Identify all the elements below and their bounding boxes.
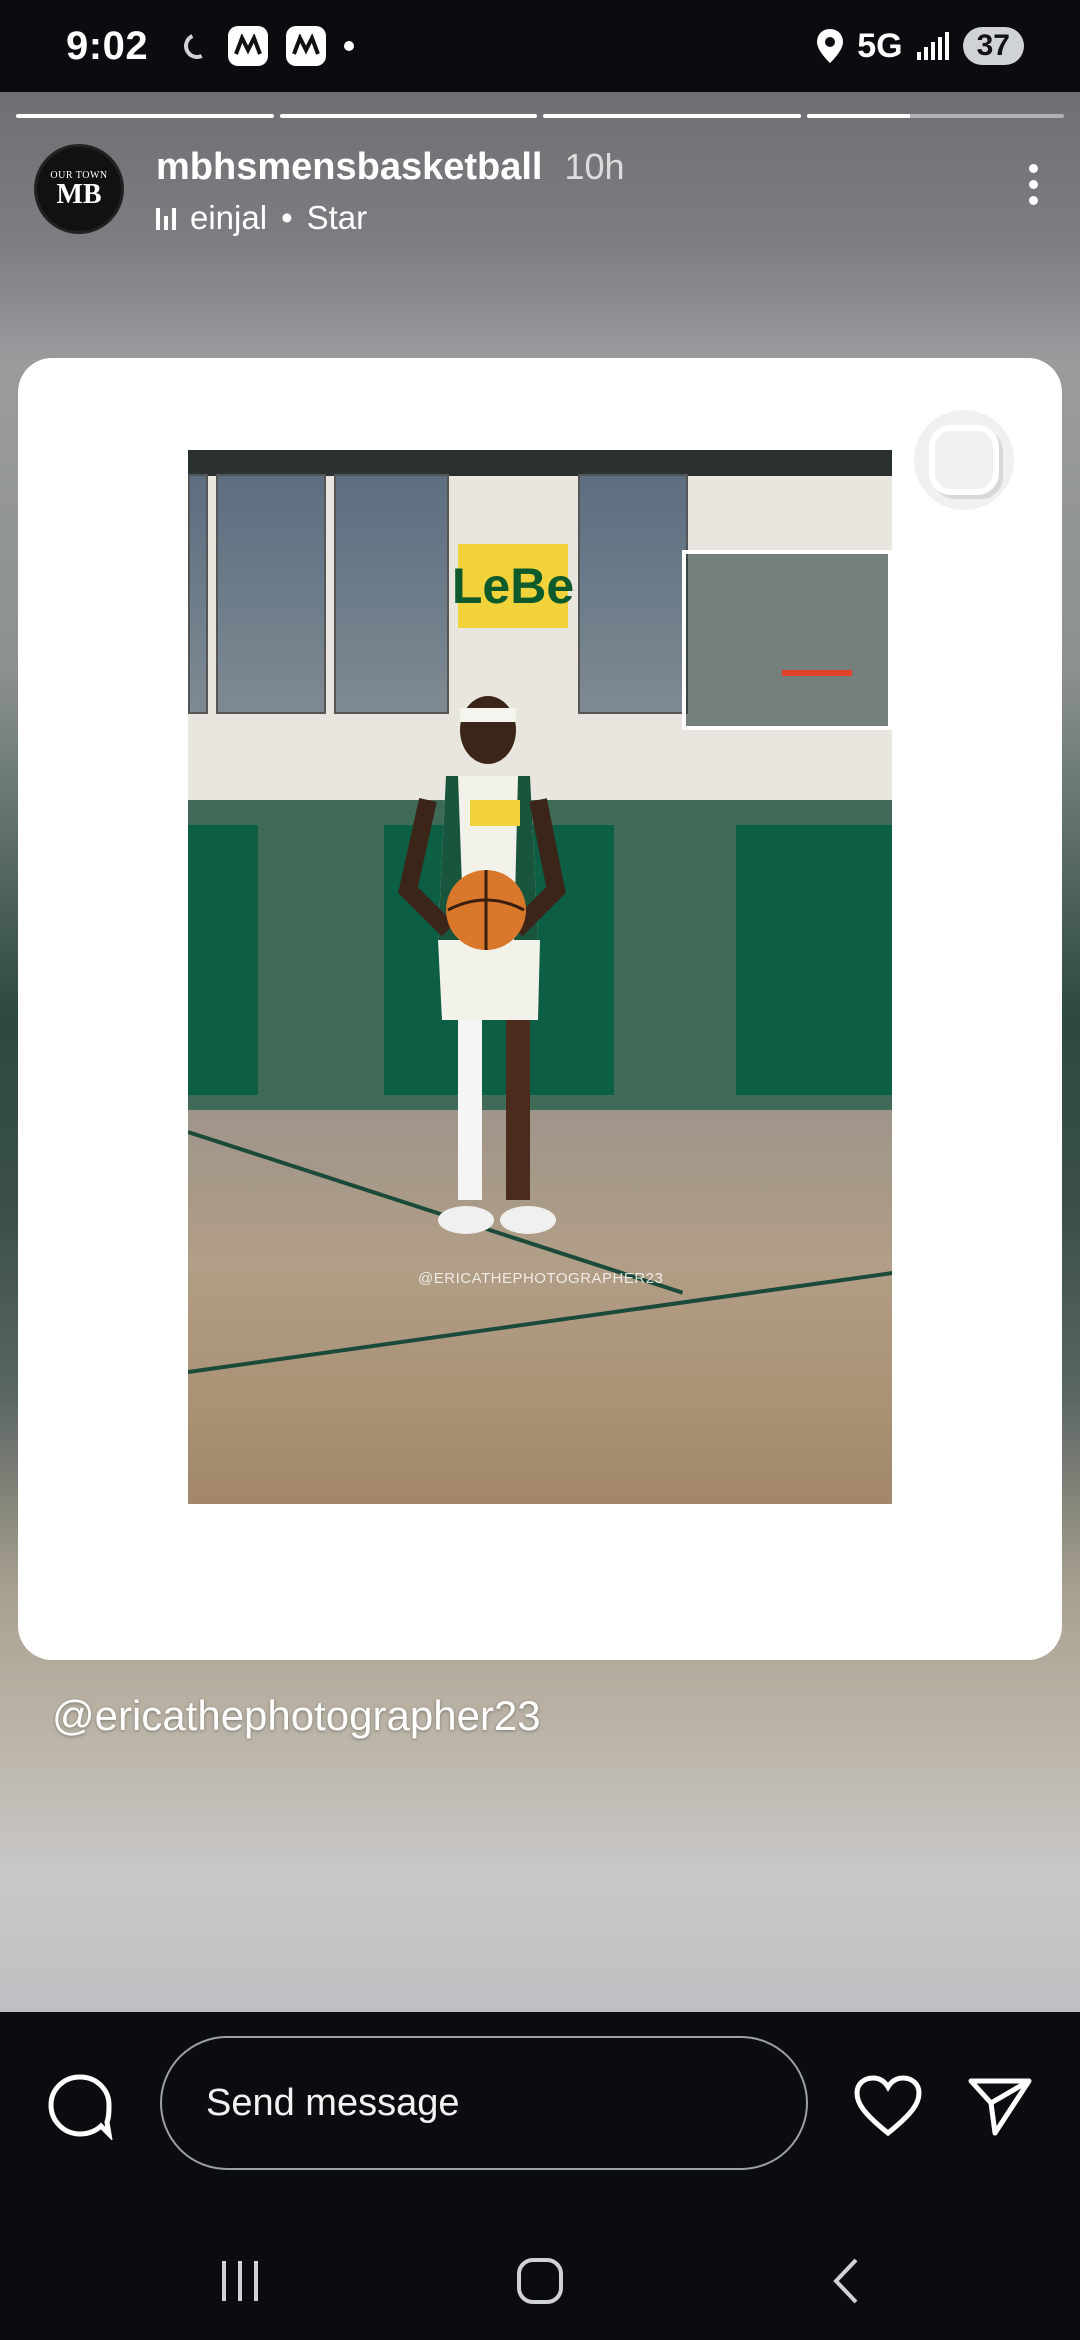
signal-icon xyxy=(916,32,949,60)
more-options-icon[interactable] xyxy=(1021,158,1046,211)
story-progress-segment xyxy=(16,114,274,118)
account-info: mbhsmensbasketball 10h einjal • Star xyxy=(156,146,625,237)
back-icon[interactable] xyxy=(816,2256,876,2306)
app-notification-icon xyxy=(286,26,327,66)
system-nav-bar xyxy=(0,2222,1080,2340)
send-message-input[interactable]: Send message xyxy=(160,2036,808,2170)
send-message-placeholder: Send message xyxy=(206,2081,460,2124)
photo-watermark: @ERICATHEPHOTOGRAPHER23 xyxy=(418,1270,664,1287)
network-type: 5G xyxy=(857,26,903,65)
camera-chat-icon[interactable] xyxy=(44,2070,116,2142)
player-figure xyxy=(398,696,566,1234)
notification-dot-icon xyxy=(344,41,355,51)
music-info[interactable]: einjal • Star xyxy=(156,199,625,237)
app-notification-icon xyxy=(228,26,269,66)
story-viewer[interactable]: OUR TOWN MB mbhsmensbasketball 10h einja… xyxy=(0,92,1080,2012)
music-song: Star xyxy=(306,199,368,236)
send-icon[interactable] xyxy=(964,2070,1036,2142)
home-icon[interactable] xyxy=(510,2254,570,2308)
reshared-post-card[interactable]: LeBe @ERICATHEPHOTOGRAPHER23 xyxy=(18,358,1062,1660)
username[interactable]: mbhsmensbasketball xyxy=(156,146,542,189)
sync-icon xyxy=(180,29,214,63)
status-time: 9:02 xyxy=(66,23,149,68)
story-progress-segment xyxy=(806,114,1064,118)
post-photo: LeBe @ERICATHEPHOTOGRAPHER23 xyxy=(188,450,892,1504)
music-artist: einjal xyxy=(190,199,268,236)
story-progress xyxy=(16,114,1064,118)
post-badge-icon[interactable] xyxy=(914,410,1014,510)
story-progress-segment xyxy=(543,114,801,118)
story-progress-segment xyxy=(279,114,537,118)
post-time: 10h xyxy=(564,146,625,187)
avatar-text: MB xyxy=(56,178,102,210)
status-bar: 9:02 5G 37 xyxy=(0,0,1080,92)
recent-apps-icon[interactable] xyxy=(210,2256,270,2306)
wall-sign-text: LeBe xyxy=(452,544,574,628)
story-caption-mention[interactable]: @ericathephotographer23 xyxy=(52,1692,541,1740)
battery-indicator: 37 xyxy=(962,27,1024,65)
location-icon xyxy=(817,29,844,63)
music-bars-icon xyxy=(156,206,176,230)
story-header: OUR TOWN MB mbhsmensbasketball 10h einja… xyxy=(34,144,1046,237)
music-separator: • xyxy=(281,199,293,236)
heart-icon[interactable] xyxy=(852,2070,924,2142)
reply-bar: Send message xyxy=(0,2012,1080,2340)
avatar[interactable]: OUR TOWN MB xyxy=(34,144,124,234)
